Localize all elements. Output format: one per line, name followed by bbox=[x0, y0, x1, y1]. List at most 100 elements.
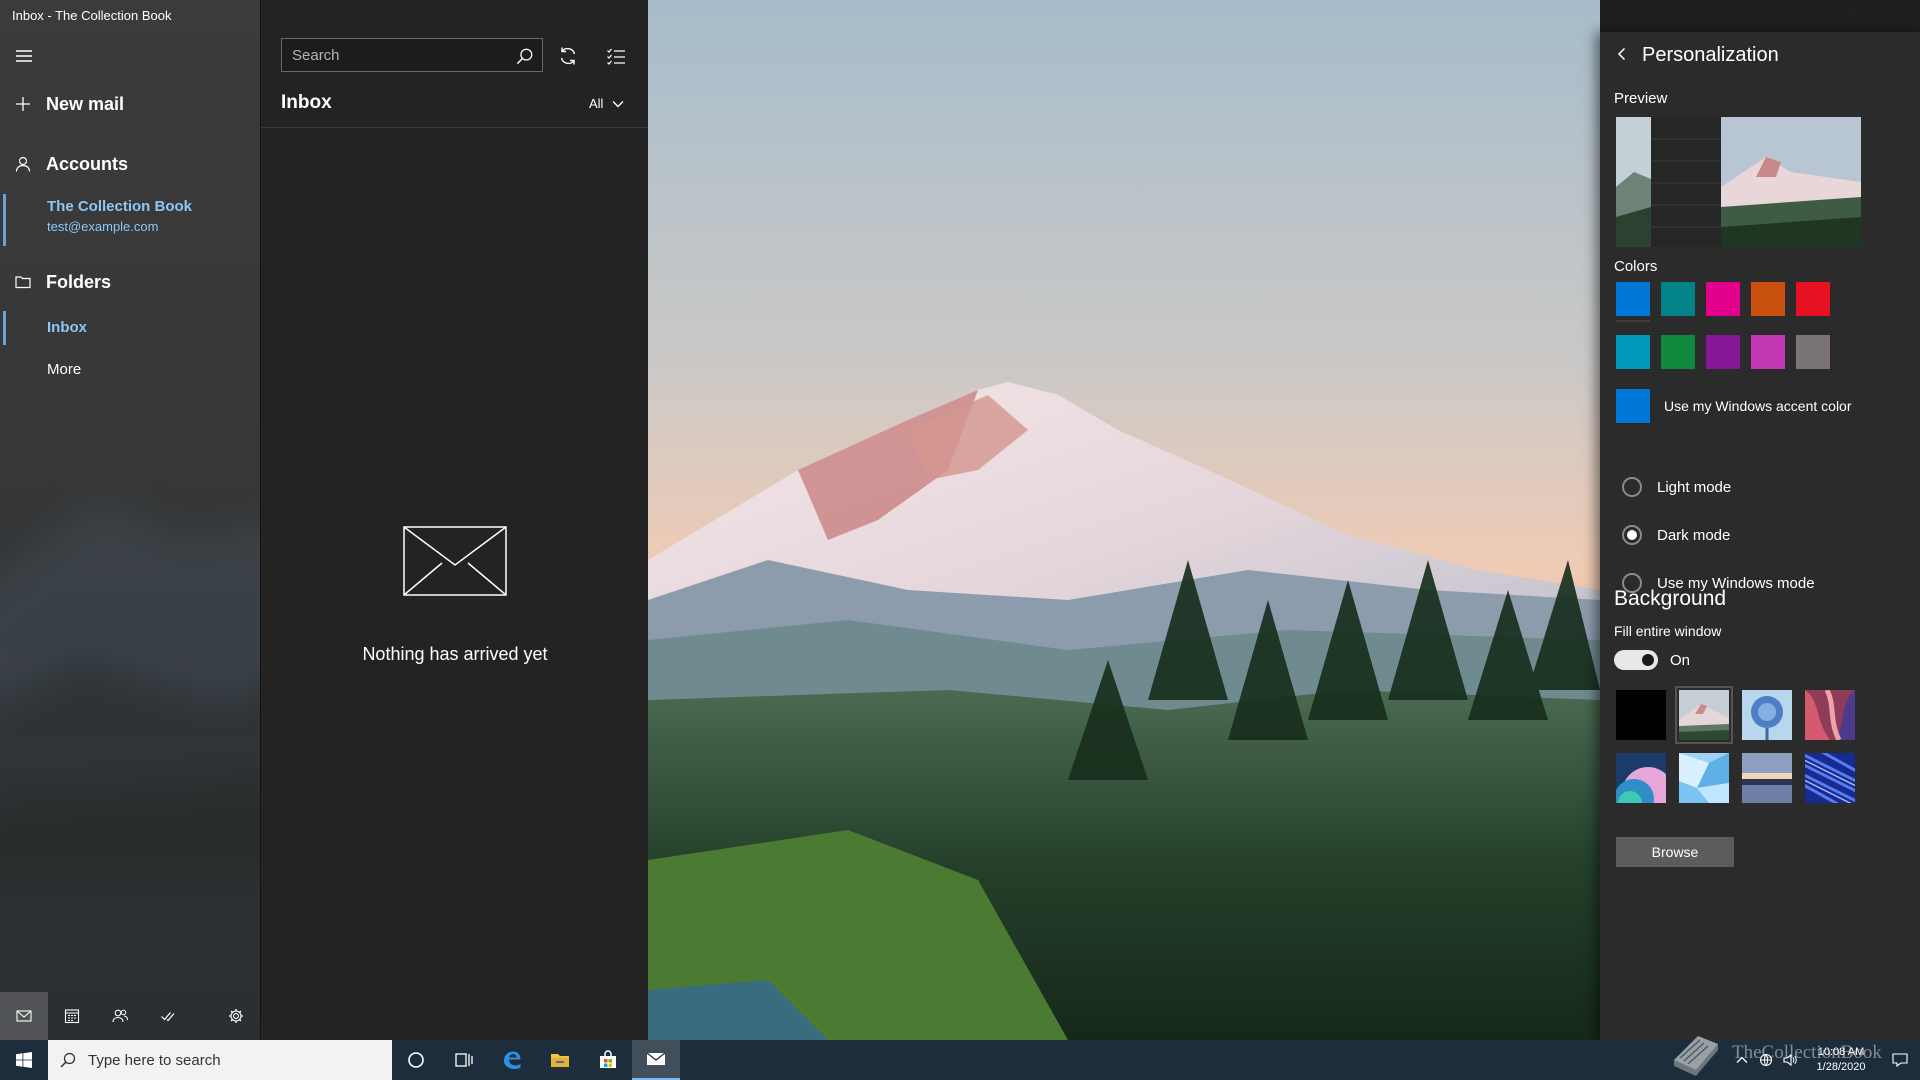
hamburger-icon bbox=[16, 50, 32, 62]
background-thumb-sunset[interactable] bbox=[1742, 753, 1792, 803]
selection-indicator bbox=[3, 311, 6, 345]
dark-mode-radio[interactable]: Dark mode bbox=[1622, 525, 1730, 545]
edge-button[interactable] bbox=[488, 1040, 536, 1080]
accounts-button[interactable]: Accounts bbox=[0, 148, 260, 180]
sync-button[interactable] bbox=[552, 40, 584, 72]
folder-item-more[interactable]: More bbox=[0, 351, 260, 387]
cortana-icon bbox=[408, 1052, 424, 1068]
red-canyon-image bbox=[1805, 690, 1855, 740]
close-icon bbox=[1891, 10, 1903, 22]
taskbar-search-box[interactable]: Type here to search bbox=[48, 1040, 392, 1080]
solid-black-image bbox=[1616, 690, 1666, 740]
search-box[interactable] bbox=[281, 38, 543, 72]
todo-icon bbox=[161, 1012, 175, 1022]
store-button[interactable] bbox=[584, 1040, 632, 1080]
sunset-lake-image bbox=[1742, 753, 1792, 803]
background-thumb-canyon[interactable] bbox=[1805, 690, 1855, 740]
system-tray: 10:08 AM 1/28/2020 bbox=[1730, 1040, 1920, 1080]
new-mail-button[interactable]: New mail bbox=[0, 88, 260, 120]
hamburger-menu-button[interactable] bbox=[8, 40, 40, 72]
account-email: test@example.com bbox=[47, 219, 159, 234]
calendar-button[interactable] bbox=[48, 992, 96, 1040]
color-swatch-fill bbox=[1661, 335, 1695, 369]
notification-icon bbox=[1892, 1053, 1908, 1068]
background-thumb-black[interactable] bbox=[1616, 690, 1666, 740]
color-swatch-row bbox=[1616, 282, 1856, 322]
task-view-button[interactable] bbox=[440, 1040, 488, 1080]
mail-icon bbox=[646, 1052, 666, 1065]
network-button[interactable] bbox=[1754, 1040, 1778, 1080]
background-thumb-flower[interactable] bbox=[1742, 690, 1792, 740]
folders-button[interactable]: Folders bbox=[0, 266, 260, 298]
color-swatch[interactable] bbox=[1661, 282, 1695, 322]
plus-icon bbox=[16, 97, 30, 111]
start-button[interactable] bbox=[0, 1040, 48, 1080]
settings-button[interactable] bbox=[212, 992, 260, 1040]
people-button[interactable] bbox=[96, 992, 144, 1040]
color-swatch[interactable] bbox=[1751, 282, 1785, 322]
selection-mode-button[interactable] bbox=[600, 40, 632, 72]
light-mode-radio[interactable]: Light mode bbox=[1622, 477, 1731, 497]
color-swatch[interactable] bbox=[1796, 335, 1830, 375]
abstract-arcs-image bbox=[1616, 753, 1666, 803]
browse-button[interactable]: Browse bbox=[1616, 837, 1734, 867]
color-swatch[interactable] bbox=[1616, 282, 1650, 322]
action-center-button[interactable] bbox=[1880, 1040, 1920, 1080]
fill-window-toggle[interactable]: On bbox=[1614, 650, 1690, 670]
taskbar-clock[interactable]: 10:08 AM 1/28/2020 bbox=[1802, 1045, 1880, 1075]
restore-icon bbox=[1845, 10, 1857, 22]
radio-button[interactable] bbox=[1622, 525, 1642, 545]
file-explorer-button[interactable] bbox=[536, 1040, 584, 1080]
close-button[interactable] bbox=[1874, 0, 1920, 32]
colors-label: Colors bbox=[1614, 258, 1658, 275]
background-thumb-arcs[interactable] bbox=[1616, 753, 1666, 803]
search-input[interactable] bbox=[282, 39, 502, 71]
taskbar-search-placeholder: Type here to search bbox=[88, 1051, 221, 1069]
mountain-image bbox=[1679, 690, 1729, 740]
radio-button[interactable] bbox=[1622, 477, 1642, 497]
folder-item-inbox[interactable]: Inbox bbox=[0, 309, 260, 345]
show-hidden-icons-button[interactable] bbox=[1730, 1040, 1754, 1080]
folder-label: More bbox=[47, 360, 82, 378]
accent-color-swatch[interactable] bbox=[1616, 389, 1650, 423]
mail-button[interactable] bbox=[0, 992, 48, 1040]
filter-dropdown[interactable]: All bbox=[589, 96, 625, 111]
theme-preview-image bbox=[1616, 117, 1861, 247]
background-thumb-waves[interactable] bbox=[1805, 753, 1855, 803]
search-icon bbox=[516, 48, 533, 65]
color-swatch-fill bbox=[1751, 282, 1785, 316]
background-gallery bbox=[1616, 686, 1861, 803]
color-swatch-fill bbox=[1661, 282, 1695, 316]
background-thumb-mountain[interactable] bbox=[1675, 686, 1733, 744]
volume-button[interactable] bbox=[1778, 1040, 1802, 1080]
color-swatch[interactable] bbox=[1796, 282, 1830, 322]
color-swatch[interactable] bbox=[1706, 335, 1740, 375]
radio-label: Dark mode bbox=[1657, 526, 1731, 544]
accent-color-option[interactable]: Use my Windows accent color bbox=[1616, 389, 1852, 423]
navigation-pane: Inbox - The Collection Book New mail Acc… bbox=[0, 0, 260, 1040]
color-swatch[interactable] bbox=[1616, 335, 1650, 375]
color-swatch-fill bbox=[1796, 335, 1830, 369]
restore-button[interactable] bbox=[1828, 0, 1874, 32]
mail-icon bbox=[16, 1010, 32, 1022]
mountain-wallpaper-image bbox=[648, 0, 1600, 1040]
account-item[interactable]: The Collection Book test@example.com bbox=[0, 192, 260, 246]
app-switcher-bar bbox=[0, 992, 260, 1040]
blue-flower-image bbox=[1742, 690, 1792, 740]
cortana-button[interactable] bbox=[392, 1040, 440, 1080]
file-explorer-icon bbox=[551, 1054, 569, 1067]
new-mail-label: New mail bbox=[46, 93, 125, 114]
background-thumb-ice[interactable] bbox=[1679, 753, 1729, 803]
color-swatch[interactable] bbox=[1661, 335, 1695, 375]
color-swatch[interactable] bbox=[1751, 335, 1785, 375]
search-button[interactable] bbox=[514, 45, 536, 67]
back-button[interactable] bbox=[1610, 42, 1634, 66]
minimize-button[interactable] bbox=[1782, 0, 1828, 32]
mail-taskbar-button[interactable] bbox=[632, 1040, 680, 1080]
checklist-icon bbox=[607, 48, 625, 65]
selection-indicator bbox=[3, 194, 6, 246]
window-title: Inbox - The Collection Book bbox=[12, 8, 172, 23]
todo-button[interactable] bbox=[144, 992, 192, 1040]
toggle-switch[interactable] bbox=[1614, 650, 1658, 670]
color-swatch[interactable] bbox=[1706, 282, 1740, 322]
